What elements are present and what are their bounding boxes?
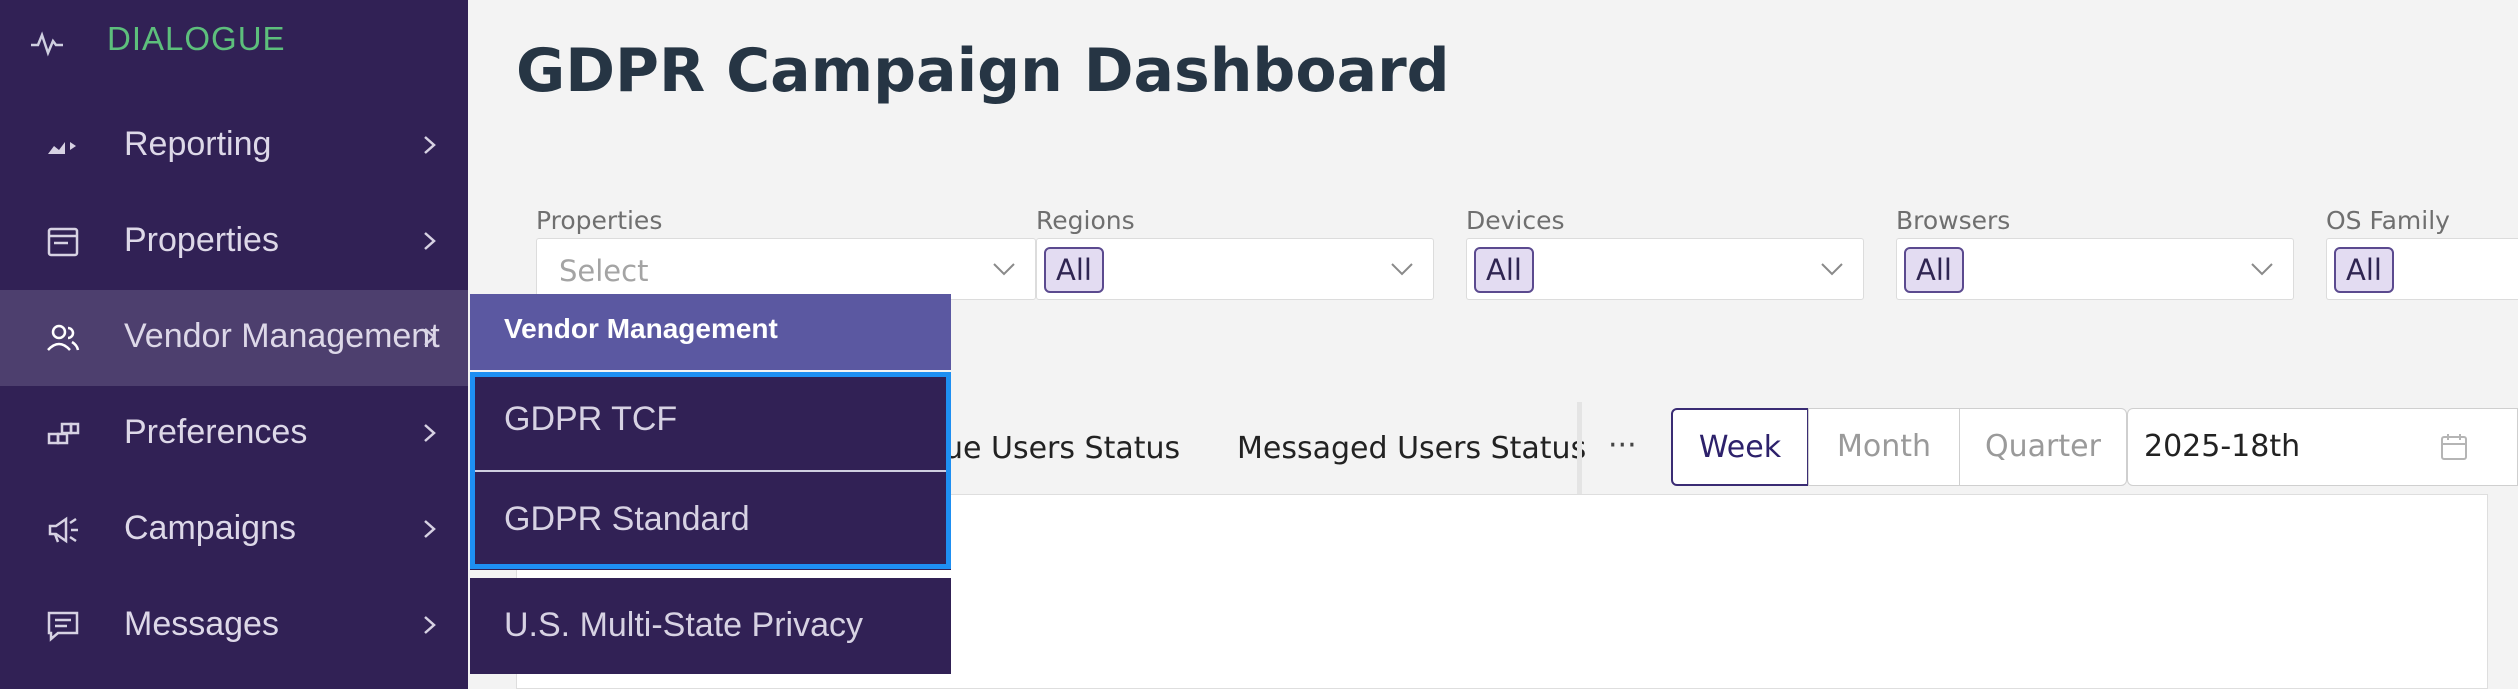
sidebar: DIALOGUE Reporting Properties Vendor Man… <box>0 0 468 689</box>
sidebar-item-label: Properties <box>124 221 279 259</box>
app-root: DIALOGUE Reporting Properties Vendor Man… <box>0 0 2518 689</box>
selected-tag[interactable]: All <box>1474 247 1534 293</box>
submenu-item-us-multi-state-privacy[interactable]: U.S. Multi-State Privacy <box>470 578 951 674</box>
browser-window-icon <box>47 227 79 257</box>
pulse-icon <box>31 31 63 57</box>
date-picker[interactable]: 2025-18th <box>2127 408 2518 486</box>
submenu-divider <box>475 470 946 472</box>
submenu-item-label: GDPR Standard <box>504 500 750 538</box>
submenu-item-gdpr-standard[interactable]: GDPR Standard <box>470 472 951 570</box>
date-value: 2025-18th <box>2144 429 2301 464</box>
more-tabs-button[interactable]: ··· <box>1608 428 1637 463</box>
sidebar-item-label: Campaigns <box>124 509 296 547</box>
tab-messaged-users-status[interactable]: Messaged Users Status <box>1237 431 1586 466</box>
brand-name: DIALOGUE <box>107 20 286 57</box>
regions-select[interactable]: All <box>1036 238 1434 300</box>
chevron-down-icon <box>1391 263 1413 276</box>
sidebar-item-vendor-management[interactable]: Vendor Management <box>0 290 468 386</box>
page-title: GDPR Campaign Dashboard <box>516 36 1450 106</box>
range-month-button[interactable]: Month <box>1808 408 1960 486</box>
sidebar-item-label: Reporting <box>124 125 272 163</box>
chevron-right-icon <box>424 328 436 346</box>
filter-label: Devices <box>1466 206 1565 235</box>
chevron-right-icon <box>424 424 436 442</box>
browsers-select[interactable]: All <box>1896 238 2294 300</box>
tab-divider <box>1577 402 1582 494</box>
chevron-right-icon <box>424 136 436 154</box>
message-icon <box>47 611 79 642</box>
properties-select[interactable]: Select <box>536 238 1036 300</box>
chevron-right-icon <box>424 232 436 250</box>
filter-label: Regions <box>1036 206 1135 235</box>
submenu-item-label: U.S. Multi-State Privacy <box>504 606 863 644</box>
chevron-down-icon <box>2251 263 2273 276</box>
sidebar-item-messages[interactable]: Messages <box>0 578 468 674</box>
tab-unique-users-status[interactable]: ue Users Status <box>944 431 1180 466</box>
blocks-icon <box>47 422 80 445</box>
chevron-down-icon <box>1821 263 1843 276</box>
devices-select[interactable]: All <box>1466 238 1864 300</box>
sidebar-item-label: Preferences <box>124 413 308 451</box>
chevron-right-icon <box>424 520 436 538</box>
os-family-select[interactable]: All <box>2326 238 2518 300</box>
sidebar-item-reporting[interactable]: Reporting <box>0 98 468 194</box>
submenu-item-gdpr-tcf[interactable]: GDPR TCF <box>470 372 951 470</box>
submenu-header: Vendor Management <box>470 294 951 370</box>
users-icon <box>47 324 80 351</box>
sidebar-item-label: Vendor Management <box>124 317 440 355</box>
submenu-item-label: GDPR TCF <box>504 400 678 438</box>
selected-tag[interactable]: All <box>1044 247 1104 293</box>
sidebar-item-campaigns[interactable]: Campaigns <box>0 482 468 578</box>
megaphone-icon <box>48 516 78 544</box>
chevron-right-icon <box>424 616 436 634</box>
sidebar-item-preferences[interactable]: Preferences <box>0 386 468 482</box>
sidebar-item-properties[interactable]: Properties <box>0 194 468 290</box>
range-week-button[interactable]: Week <box>1671 408 1809 486</box>
chevron-down-icon <box>993 263 1015 276</box>
select-placeholder: Select <box>559 254 649 288</box>
sidebar-item-label: Messages <box>124 605 279 643</box>
filter-label: Browsers <box>1896 206 2011 235</box>
selected-tag[interactable]: All <box>2334 247 2394 293</box>
calendar-icon <box>2441 434 2467 460</box>
selected-tag[interactable]: All <box>1904 247 1964 293</box>
range-quarter-button[interactable]: Quarter <box>1959 408 2127 486</box>
submenu-title: Vendor Management <box>504 313 778 344</box>
chart-icon <box>48 142 76 154</box>
brand[interactable]: DIALOGUE <box>0 0 468 86</box>
filter-label: OS Family <box>2326 206 2450 235</box>
filter-label: Properties <box>536 206 663 235</box>
